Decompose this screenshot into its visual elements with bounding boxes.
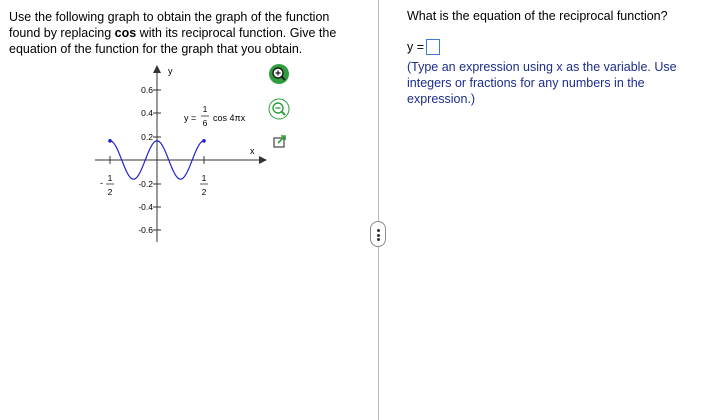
answer-row: y = <box>407 39 441 55</box>
equation-label: y = 1 6 cos 4πx <box>184 104 246 128</box>
zoom-in-button[interactable] <box>268 63 290 85</box>
x-tick-denominator: 2 <box>202 187 207 197</box>
graph: y x 0.6 0.4 0.2 -0.2 -0.4 -0.6 - 1 2 1 2… <box>95 65 267 242</box>
resize-handle[interactable] <box>370 221 386 247</box>
x-tick-numerator: 1 <box>202 173 207 183</box>
answer-question: What is the equation of the reciprocal f… <box>407 9 668 23</box>
zoom-out-button[interactable] <box>268 98 290 120</box>
x-tick-label-right: 1 2 <box>200 173 208 197</box>
equation-denominator: 6 <box>203 118 208 128</box>
equation-suffix: cos 4πx <box>213 113 246 123</box>
zoom-out-icon <box>268 98 290 120</box>
x-tick-label-left: - 1 2 <box>100 173 114 197</box>
answer-label: y = <box>407 40 425 54</box>
y-tick-label: 0.4 <box>141 108 153 118</box>
curve-endpoint <box>202 139 206 143</box>
y-tick-label: 0.2 <box>141 132 153 142</box>
popout-button[interactable] <box>268 131 290 153</box>
y-tick-label: -0.6 <box>138 225 153 235</box>
zoom-in-icon <box>269 64 289 84</box>
x-tick-denominator: 2 <box>108 187 113 197</box>
y-axis-label: y <box>168 66 173 76</box>
x-axis-label: x <box>250 146 255 156</box>
x-tick-numerator: 1 <box>108 173 113 183</box>
y-tick-label: -0.4 <box>138 202 153 212</box>
equation-numerator: 1 <box>203 104 208 114</box>
panel-divider <box>378 0 379 420</box>
answer-hint: (Type an expression using x as the varia… <box>407 60 677 106</box>
equation-prefix: y = <box>184 113 196 123</box>
x-tick-sign: - <box>100 178 103 188</box>
popout-icon <box>273 135 286 148</box>
y-tick-label: -0.2 <box>138 179 153 189</box>
answer-input[interactable] <box>426 39 441 55</box>
curve-endpoint <box>108 139 112 143</box>
y-tick-label: 0.6 <box>141 85 153 95</box>
question-panel: Use the following graph to obtain the gr… <box>0 0 378 420</box>
answer-panel: What is the equation of the reciprocal f… <box>392 0 702 420</box>
